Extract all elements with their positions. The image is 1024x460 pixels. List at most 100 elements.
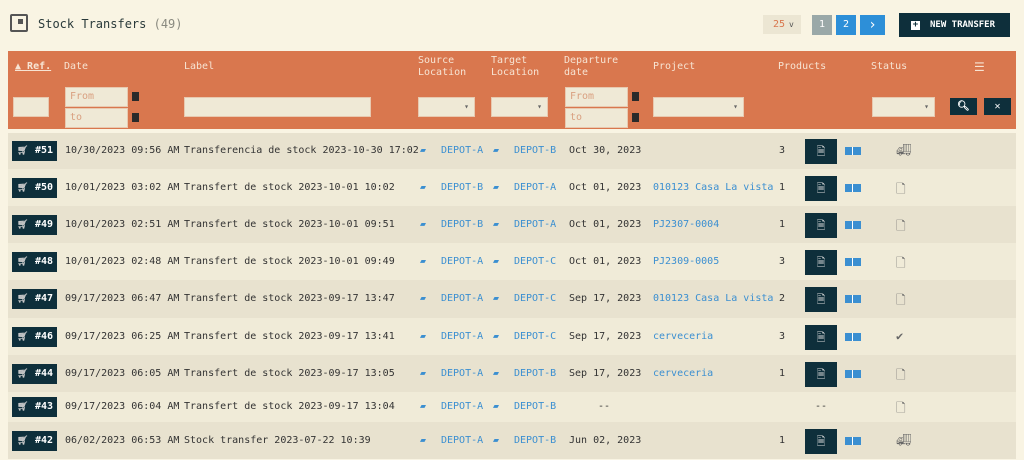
sort-products-icon[interactable]	[845, 220, 861, 229]
source-location-link[interactable]: DEPOT-A	[441, 145, 483, 156]
source-location-link[interactable]: DEPOT-A	[441, 331, 483, 342]
calendar-icon[interactable]	[632, 92, 639, 101]
search-button[interactable]: 🔍︎	[950, 98, 977, 115]
project-link[interactable]: cerveceria	[653, 368, 713, 379]
next-page-button[interactable]: ›	[860, 15, 885, 35]
sort-products-icon[interactable]	[845, 436, 861, 445]
record-count: (49)	[153, 17, 183, 31]
sort-products-icon[interactable]	[845, 183, 861, 192]
status-select[interactable]	[872, 97, 935, 117]
warehouse-icon: ▰	[420, 145, 427, 156]
target-location-select[interactable]	[491, 97, 548, 117]
pdf-button[interactable]: 🗎	[805, 361, 837, 387]
table-row[interactable]: 🛒︎ #46 09/17/2023 06:25 AM Transfert de s…	[8, 318, 1016, 355]
table-row[interactable]: 🛒︎ #51 10/30/2023 09:56 AM Transferencia …	[8, 133, 1016, 169]
sort-products-icon[interactable]	[845, 147, 861, 155]
ref-badge[interactable]: 🛒︎ #43	[12, 397, 57, 417]
column-list-icon[interactable]: ☰	[974, 61, 985, 73]
ref-badge[interactable]: 🛒︎ #51	[12, 141, 57, 161]
pdf-button[interactable]: 🗎	[805, 212, 837, 238]
departure-from-input[interactable]: From	[565, 87, 628, 107]
target-location-link[interactable]: DEPOT-C	[514, 256, 556, 267]
calendar-icon[interactable]	[132, 92, 139, 101]
table-row[interactable]: 🛒︎ #47 09/17/2023 06:47 AM Transfert de s…	[8, 280, 1016, 318]
ref-badge[interactable]: 🛒︎ #47	[12, 289, 57, 309]
sort-ref-header[interactable]: ▲ Ref.	[15, 61, 51, 73]
source-location-link[interactable]: DEPOT-A	[441, 435, 483, 446]
ref-badge[interactable]: 🛒︎ #48	[12, 251, 57, 272]
status-header[interactable]: Status	[871, 61, 907, 73]
departure-line2: date	[564, 67, 589, 78]
table-row[interactable]: 🛒︎ #50 10/01/2023 03:02 AM Transfert de s…	[8, 169, 1016, 206]
source-location-link[interactable]: DEPOT-A	[441, 256, 483, 267]
pdf-button[interactable]: 🗎	[805, 139, 837, 164]
pdf-button[interactable]: 🗎	[805, 287, 837, 312]
check-icon: ✔	[896, 328, 904, 343]
ref-number: #47	[34, 293, 53, 304]
table-row[interactable]: 🛒︎ #48 10/01/2023 02:48 AM Transfert de s…	[8, 243, 1016, 280]
sort-products-icon[interactable]	[845, 295, 861, 303]
pdf-button[interactable]: 🗎	[805, 428, 837, 454]
departure-to-input[interactable]: to	[565, 108, 628, 128]
table-row[interactable]: 🛒︎ #49 10/01/2023 02:51 AM Transfert de s…	[8, 206, 1016, 243]
per-page-select[interactable]: 25 v	[763, 15, 801, 34]
project-link[interactable]: PJ2309-0005	[653, 256, 719, 267]
project-link[interactable]: PJ2307-0004	[653, 219, 719, 230]
project-link[interactable]: cerveceria	[653, 331, 713, 342]
source-location-select[interactable]	[418, 97, 475, 117]
draft-icon: 🗋	[896, 401, 906, 415]
pdf-button[interactable]: 🗎	[805, 324, 837, 350]
project-header[interactable]: Project	[653, 61, 695, 73]
page-1-button[interactable]: 1	[812, 15, 832, 35]
date-to-input[interactable]: to	[65, 108, 128, 128]
target-location-link[interactable]: DEPOT-C	[514, 331, 556, 342]
source-location-link[interactable]: DEPOT-A	[441, 401, 483, 412]
label-filter-input[interactable]	[184, 97, 371, 117]
target-location-link[interactable]: DEPOT-A	[514, 219, 556, 230]
sort-products-icon[interactable]	[845, 369, 861, 378]
target-location-link[interactable]: DEPOT-B	[514, 145, 556, 156]
source-location-link[interactable]: DEPOT-B	[441, 182, 483, 193]
table-row[interactable]: 🛒︎ #43 09/17/2023 06:04 AM Transfert de s…	[8, 392, 1016, 422]
departure-header[interactable]: Departure date	[564, 55, 618, 79]
target-location-link[interactable]: DEPOT-B	[514, 401, 556, 412]
new-transfer-button[interactable]: + NEW TRANSFER	[899, 13, 1010, 37]
project-link[interactable]: 010123 Casa La vista	[653, 293, 773, 304]
ref-badge[interactable]: 🛒︎ #42	[12, 430, 57, 451]
departure-cell: Sep 17, 2023	[569, 330, 642, 342]
target-location-link[interactable]: DEPOT-B	[514, 368, 556, 379]
target-location-link[interactable]: DEPOT-C	[514, 293, 556, 304]
calendar-icon[interactable]	[632, 113, 639, 122]
project-link[interactable]: 010123 Casa La vista	[653, 182, 773, 193]
sort-products-icon[interactable]	[845, 332, 861, 341]
pdf-button[interactable]: 🗎	[805, 249, 837, 275]
chevron-down-icon: v	[789, 20, 794, 29]
source-location-link[interactable]: DEPOT-B	[441, 219, 483, 230]
pdf-button[interactable]: 🗎	[805, 175, 837, 201]
ref-filter-input[interactable]	[13, 97, 49, 117]
ref-badge[interactable]: 🛒︎ #50	[12, 177, 57, 198]
source-location-link[interactable]: DEPOT-A	[441, 368, 483, 379]
date-from-input[interactable]: From	[65, 87, 128, 107]
table-row[interactable]: 🛒︎ #44 09/17/2023 06:05 AM Transfert de s…	[8, 355, 1016, 392]
calendar-icon[interactable]	[132, 113, 139, 122]
source-header[interactable]: Source Location	[418, 55, 466, 79]
label-header[interactable]: Label	[184, 61, 214, 73]
ref-badge[interactable]: 🛒︎ #44	[12, 363, 57, 384]
per-page-value: 25	[773, 19, 786, 30]
ref-number: #43	[34, 401, 53, 412]
page-2-button[interactable]: 2	[836, 15, 856, 35]
source-location-link[interactable]: DEPOT-A	[441, 293, 483, 304]
ref-badge[interactable]: 🛒︎ #49	[12, 214, 57, 235]
sort-products-icon[interactable]	[845, 257, 861, 266]
target-location-link[interactable]: DEPOT-A	[514, 182, 556, 193]
ref-badge[interactable]: 🛒︎ #46	[12, 326, 57, 347]
date-header[interactable]: Date	[64, 61, 88, 73]
target-location-link[interactable]: DEPOT-B	[514, 435, 556, 446]
target-header[interactable]: Target Location	[491, 55, 539, 79]
warehouse-icon: ▰	[493, 434, 500, 446]
project-select[interactable]	[653, 97, 744, 117]
products-header[interactable]: Products	[778, 61, 826, 73]
clear-filters-button[interactable]: ✕	[984, 98, 1011, 115]
table-row[interactable]: 🛒︎ #42 06/02/2023 06:53 AM Stock transfer…	[8, 422, 1016, 459]
